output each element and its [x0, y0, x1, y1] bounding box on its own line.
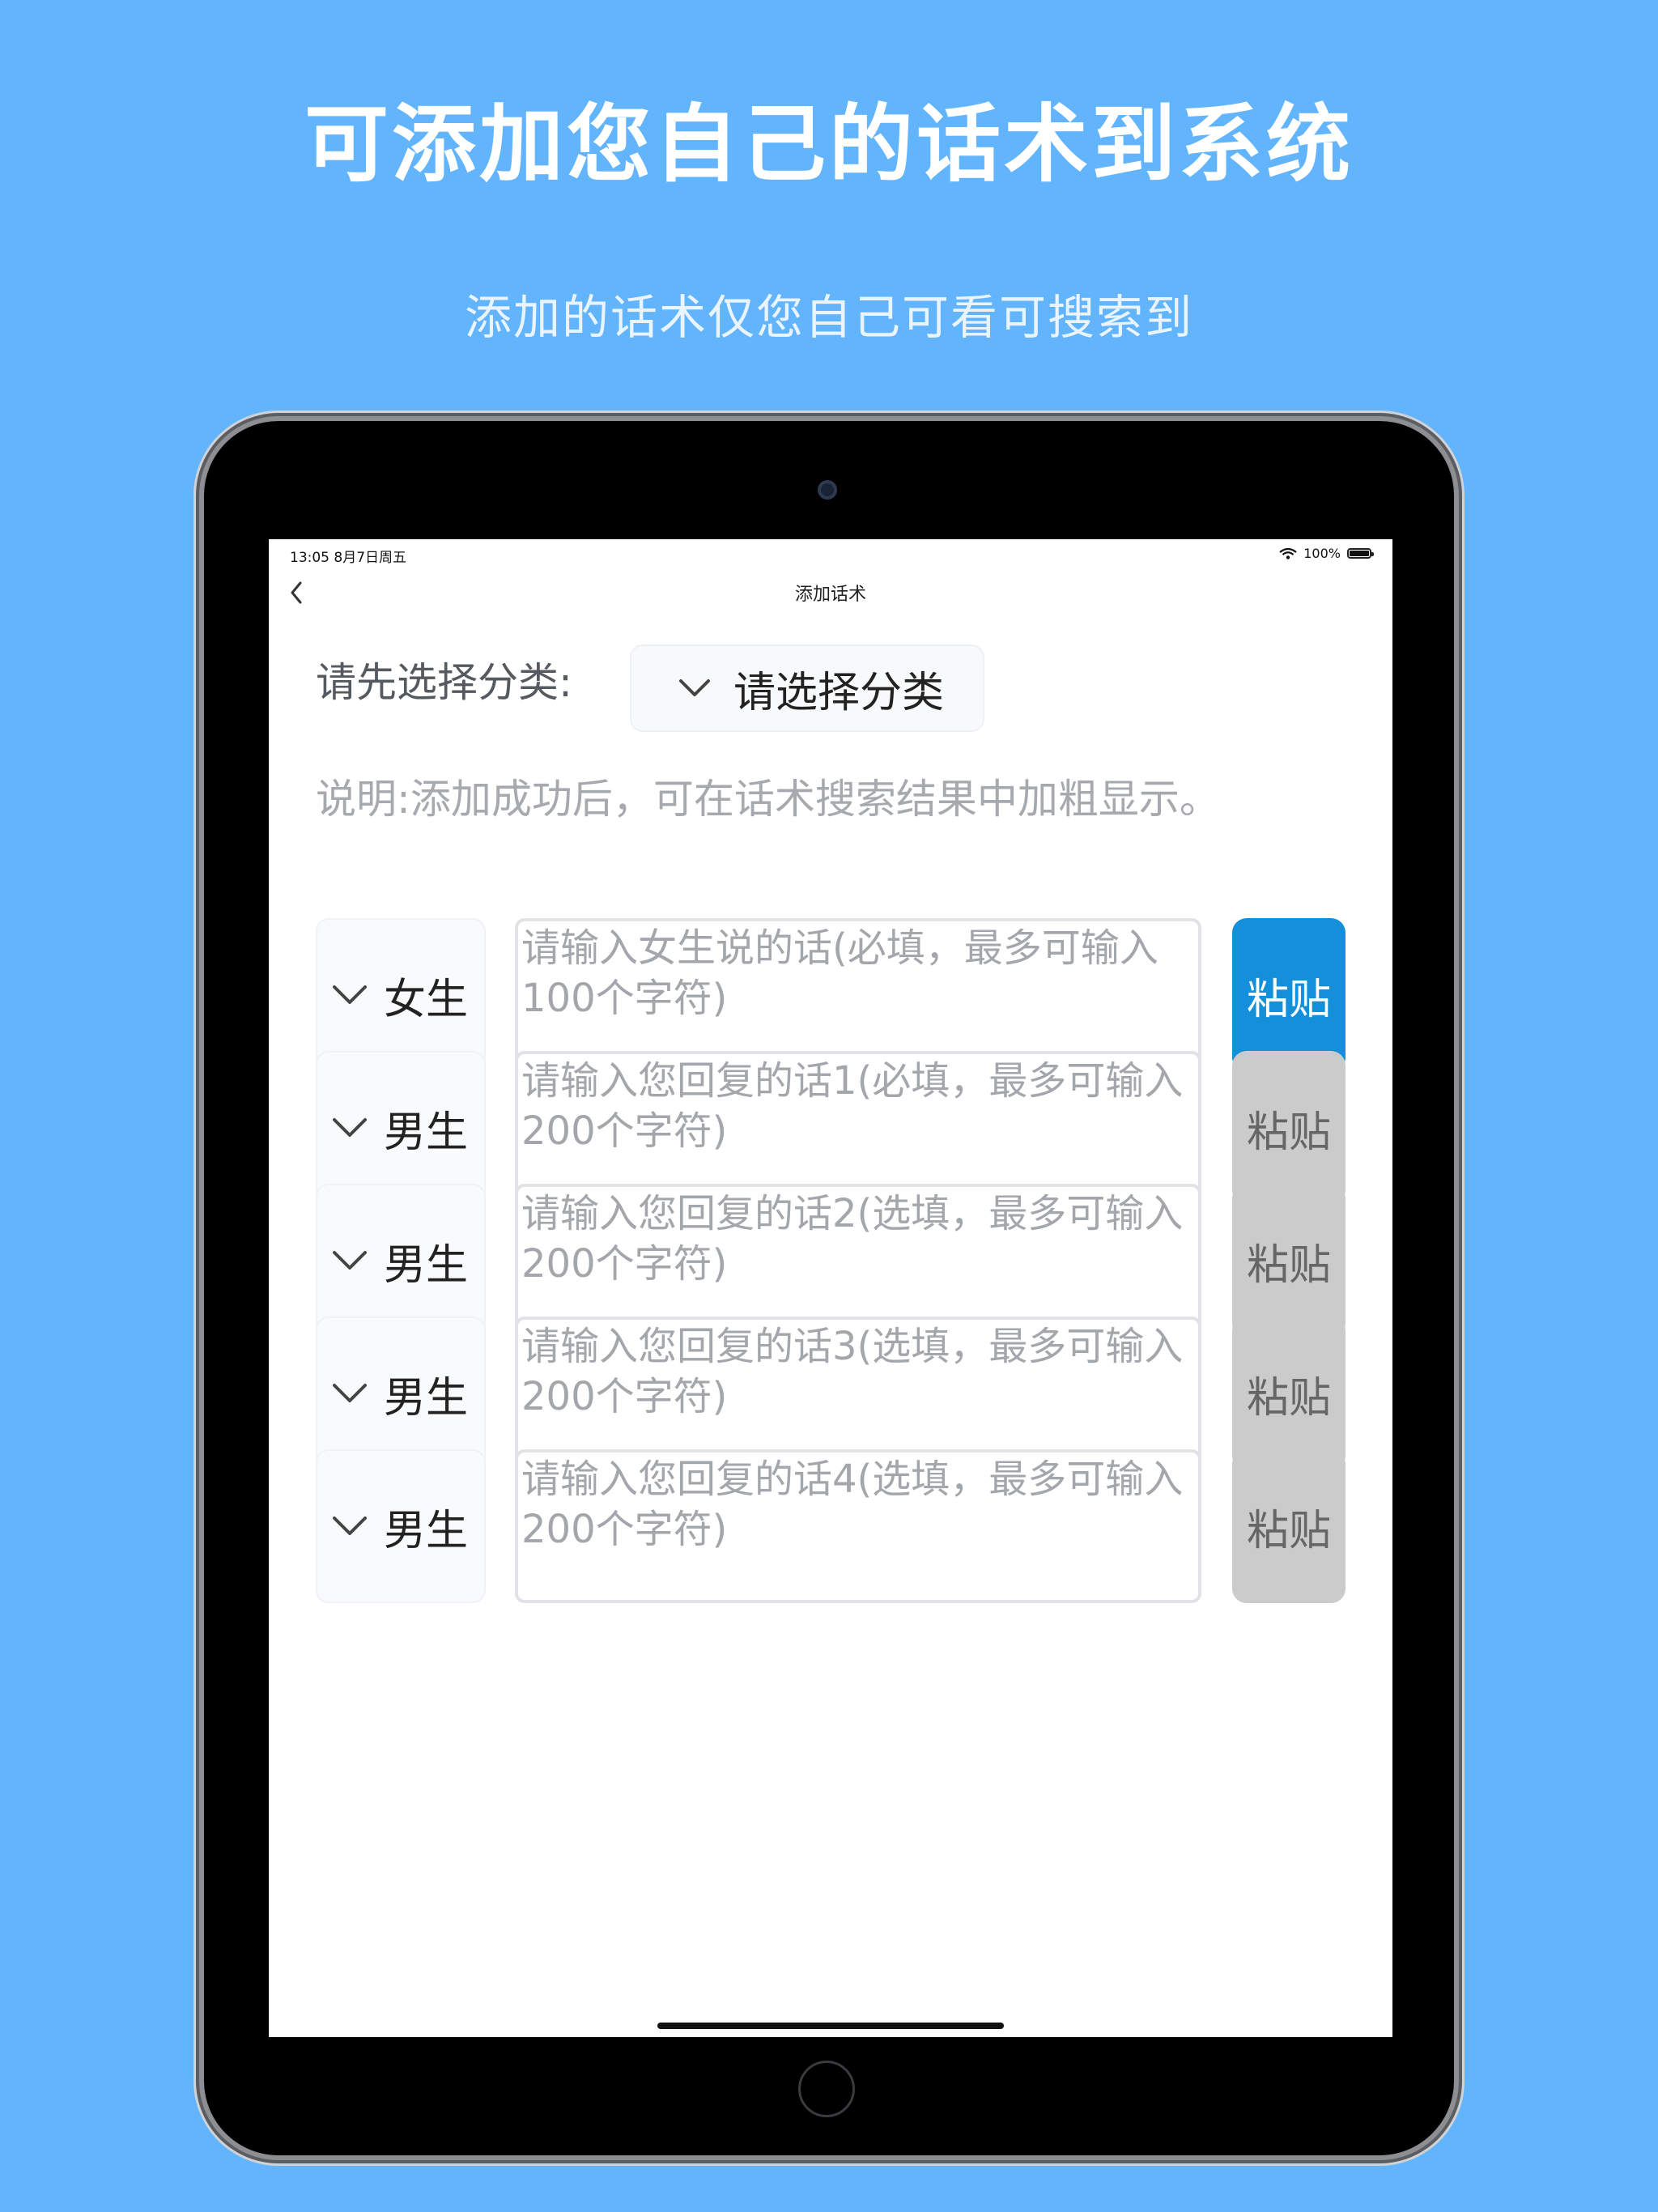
- chevron-down-icon: [333, 1384, 367, 1402]
- chevron-down-icon: [333, 1251, 367, 1270]
- gender-select[interactable]: 男生: [316, 1051, 486, 1205]
- gender-value: 男生: [384, 1240, 469, 1290]
- promo-headline: 可添加您自己的话术到系统: [304, 95, 1354, 194]
- message-input[interactable]: [518, 1453, 1198, 1600]
- app-screen: 13:05 8月7日周五 100% 添加话术 请先选择分类: 请选择分类 说明:…: [269, 539, 1392, 2037]
- battery-icon: [1347, 548, 1374, 559]
- nav-bar: 添加话术: [269, 568, 1392, 617]
- paste-button[interactable]: 粘贴: [1232, 1449, 1346, 1603]
- instruction-note: 说明:添加成功后，可在话术搜索结果中加粗显示。: [316, 776, 1220, 823]
- home-button[interactable]: [798, 2061, 855, 2117]
- message-input[interactable]: [518, 1054, 1198, 1202]
- paste-button[interactable]: 粘贴: [1232, 1184, 1346, 1338]
- paste-button[interactable]: 粘贴: [1232, 1051, 1346, 1205]
- message-input[interactable]: [518, 1187, 1198, 1334]
- gender-value: 女生: [384, 975, 469, 1024]
- message-field: [515, 1449, 1201, 1603]
- gender-value: 男生: [384, 1373, 469, 1423]
- gender-select[interactable]: 男生: [316, 1449, 486, 1603]
- gender-value: 男生: [384, 1108, 469, 1157]
- message-input[interactable]: [518, 1320, 1198, 1467]
- message-field: [515, 918, 1201, 1072]
- paste-button[interactable]: 粘贴: [1232, 1317, 1346, 1470]
- category-select[interactable]: 请选择分类: [630, 644, 984, 732]
- dialog-row: 男生 粘贴: [269, 1051, 1392, 1205]
- home-indicator: [657, 2023, 1004, 2029]
- chevron-down-icon: [333, 1118, 367, 1137]
- status-time: 13:05 8月7日周五: [290, 550, 407, 566]
- promo-subline: 添加的话术仅您自己可看可搜索到: [464, 290, 1193, 345]
- status-bar: 13:05 8月7日周五 100%: [269, 539, 1392, 568]
- battery-percent: 100%: [1303, 546, 1341, 561]
- message-field: [515, 1317, 1201, 1470]
- gender-select[interactable]: 女生: [316, 918, 486, 1072]
- page-title: 添加话术: [794, 585, 866, 605]
- gender-select[interactable]: 男生: [316, 1317, 486, 1470]
- message-field: [515, 1051, 1201, 1205]
- gender-select[interactable]: 男生: [316, 1184, 486, 1338]
- status-indicators: 100%: [1279, 546, 1374, 561]
- dialog-row: 男生 粘贴: [269, 1184, 1392, 1338]
- wifi-icon: [1279, 547, 1297, 559]
- category-select-value: 请选择分类: [733, 668, 945, 717]
- chevron-down-icon: [679, 679, 710, 696]
- message-field: [515, 1184, 1201, 1338]
- message-input[interactable]: [518, 921, 1198, 1069]
- dialog-row: 女生 粘贴: [269, 918, 1392, 1072]
- dialog-row: 男生 粘贴: [269, 1317, 1392, 1470]
- category-label: 请先选择分类:: [316, 659, 572, 706]
- camera-icon: [818, 480, 837, 500]
- chevron-down-icon: [333, 985, 367, 1004]
- dialog-row: 男生 粘贴: [269, 1449, 1392, 1603]
- chevron-down-icon: [333, 1516, 367, 1535]
- gender-value: 男生: [384, 1506, 469, 1555]
- ipad-frame: 13:05 8月7日周五 100% 添加话术 请先选择分类: 请选择分类 说明:…: [204, 421, 1454, 2155]
- paste-button[interactable]: 粘贴: [1232, 918, 1346, 1072]
